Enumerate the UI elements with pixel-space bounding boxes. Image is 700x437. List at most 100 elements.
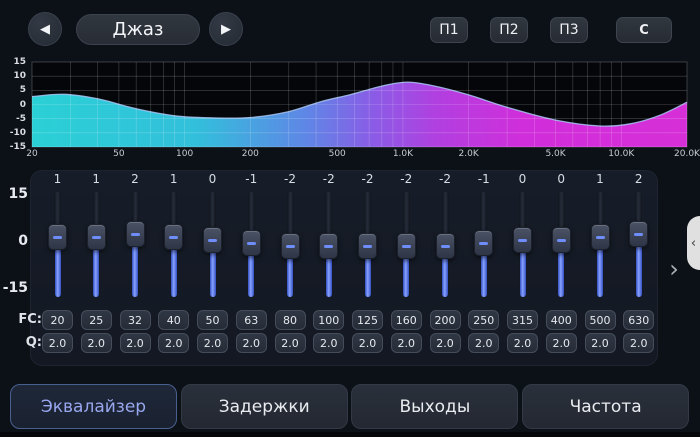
chevron-left-icon: ‹	[691, 236, 696, 251]
band-slider-handle[interactable]	[436, 233, 455, 259]
band-q-button[interactable]: 2.0	[585, 333, 616, 353]
band-slider-handle[interactable]	[358, 233, 377, 259]
band-fc-button[interactable]: 100	[313, 310, 344, 330]
memory-slot-3-button[interactable]: П3	[550, 17, 588, 43]
handle-grip-icon	[131, 233, 140, 236]
handle-grip-icon	[53, 236, 62, 239]
band-column: -22002.0	[426, 170, 464, 366]
band-q-button[interactable]: 2.0	[42, 333, 73, 353]
handle-grip-icon	[247, 242, 256, 245]
handle-grip-icon	[557, 239, 566, 242]
graph-x-tick-label: 2.0K	[449, 149, 489, 160]
band-slider-handle[interactable]	[552, 227, 571, 253]
band-fc-button[interactable]: 32	[120, 310, 151, 330]
right-triangle-icon: ▶	[221, 22, 231, 37]
band-fc-button[interactable]: 125	[352, 310, 383, 330]
preset-prev-button[interactable]: ◀	[28, 12, 62, 46]
left-triangle-icon: ◀	[40, 22, 50, 37]
eq-curve-graph	[30, 58, 689, 150]
memory-slot-2-button[interactable]: П2	[490, 17, 528, 43]
band-q-button[interactable]: 2.0	[623, 333, 654, 353]
band-slider-handle[interactable]	[629, 221, 648, 247]
chevron-right-icon: ›	[669, 255, 679, 283]
band-q-button[interactable]: 2.0	[275, 333, 306, 353]
band-gain-value: 1	[39, 172, 77, 186]
band-q-button[interactable]: 2.0	[507, 333, 538, 353]
band-gain-value: -2	[349, 172, 387, 186]
band-q-button[interactable]: 2.0	[430, 333, 461, 353]
graph-x-tick-label: 5.0K	[536, 149, 576, 160]
band-q-button[interactable]: 2.0	[236, 333, 267, 353]
band-q-button[interactable]: 2.0	[120, 333, 151, 353]
band-slider-handle[interactable]	[591, 224, 610, 250]
band-q-button[interactable]: 2.0	[391, 333, 422, 353]
band-column: 15002.0	[581, 170, 619, 366]
band-q-button[interactable]: 2.0	[468, 333, 499, 353]
band-column: 2322.0	[116, 170, 154, 366]
tab-delays[interactable]: Задержки	[181, 384, 348, 429]
system-back-indicator[interactable]: ‹	[687, 216, 700, 270]
graph-y-tick-label: -10	[0, 128, 26, 138]
band-slider-handle[interactable]	[242, 230, 261, 256]
band-fc-button[interactable]: 400	[546, 310, 577, 330]
band-gain-value: 0	[194, 172, 232, 186]
band-fc-button[interactable]: 500	[585, 310, 616, 330]
graph-x-tick-label: 20.0K	[667, 149, 700, 160]
band-fc-button[interactable]: 40	[158, 310, 189, 330]
band-slider-handle[interactable]	[319, 233, 338, 259]
band-q-button[interactable]: 2.0	[158, 333, 189, 353]
tab-equalizer[interactable]: Эквалайзер	[10, 384, 177, 429]
band-sliders: 1202.01252.02322.01402.00502.0-1632.0-28…	[30, 170, 658, 366]
band-q-button[interactable]: 2.0	[81, 333, 112, 353]
band-column: -2802.0	[271, 170, 309, 366]
band-q-button[interactable]: 2.0	[313, 333, 344, 353]
next-bands-page-button[interactable]: ›	[662, 254, 686, 284]
band-column: 03152.0	[504, 170, 542, 366]
band-slider-handle[interactable]	[513, 227, 532, 253]
band-slider-handle[interactable]	[203, 227, 222, 253]
band-slider-handle[interactable]	[397, 233, 416, 259]
band-q-button[interactable]: 2.0	[197, 333, 228, 353]
graph-x-tick-label: 10.0K	[601, 149, 641, 160]
band-q-button[interactable]: 2.0	[546, 333, 577, 353]
band-q-button[interactable]: 2.0	[352, 333, 383, 353]
tab-frequency[interactable]: Частота	[522, 384, 689, 429]
band-column: 04002.0	[542, 170, 580, 366]
band-slider-handle[interactable]	[281, 233, 300, 259]
handle-grip-icon	[286, 245, 295, 248]
band-fc-button[interactable]: 50	[197, 310, 228, 330]
graph-y-tick-label: 5	[0, 85, 26, 95]
band-column: 0 50 2.0	[194, 170, 232, 366]
band-slider-handle[interactable]	[474, 230, 493, 256]
band-fc-button[interactable]: 315	[507, 310, 538, 330]
band-slider-handle[interactable]	[48, 224, 67, 250]
handle-grip-icon	[363, 245, 372, 248]
band-fc-button[interactable]: 250	[468, 310, 499, 330]
handle-grip-icon	[324, 245, 333, 248]
band-slider-handle[interactable]	[164, 224, 183, 250]
handle-grip-icon	[169, 236, 178, 239]
band-fc-button[interactable]: 80	[275, 310, 306, 330]
reset-icon: C	[639, 23, 649, 38]
band-gain-value: 1	[155, 172, 193, 186]
graph-x-tick-label: 500	[317, 149, 357, 160]
tab-outputs[interactable]: Выходы	[351, 384, 518, 429]
band-fc-button[interactable]: 160	[391, 310, 422, 330]
handle-grip-icon	[596, 236, 605, 239]
band-slider-handle[interactable]	[87, 224, 106, 250]
band-slider-handle[interactable]	[126, 221, 145, 247]
band-fc-button[interactable]: 200	[430, 310, 461, 330]
band-column: -2 125 2.0	[349, 170, 387, 366]
handle-grip-icon	[208, 239, 217, 242]
memory-slot-1-button[interactable]: П1	[430, 17, 468, 43]
graph-x-tick-label: 50	[99, 149, 139, 160]
reset-button[interactable]: C	[616, 17, 672, 43]
band-fc-button[interactable]: 630	[623, 310, 654, 330]
band-fc-button[interactable]: 25	[81, 310, 112, 330]
preset-selector[interactable]: Джаз	[76, 14, 200, 45]
preset-next-button[interactable]: ▶	[209, 12, 243, 46]
band-fc-button[interactable]: 63	[236, 310, 267, 330]
graph-x-tick-label: 1.0K	[383, 149, 423, 160]
band-gain-value: -2	[387, 172, 425, 186]
band-fc-button[interactable]: 20	[42, 310, 73, 330]
